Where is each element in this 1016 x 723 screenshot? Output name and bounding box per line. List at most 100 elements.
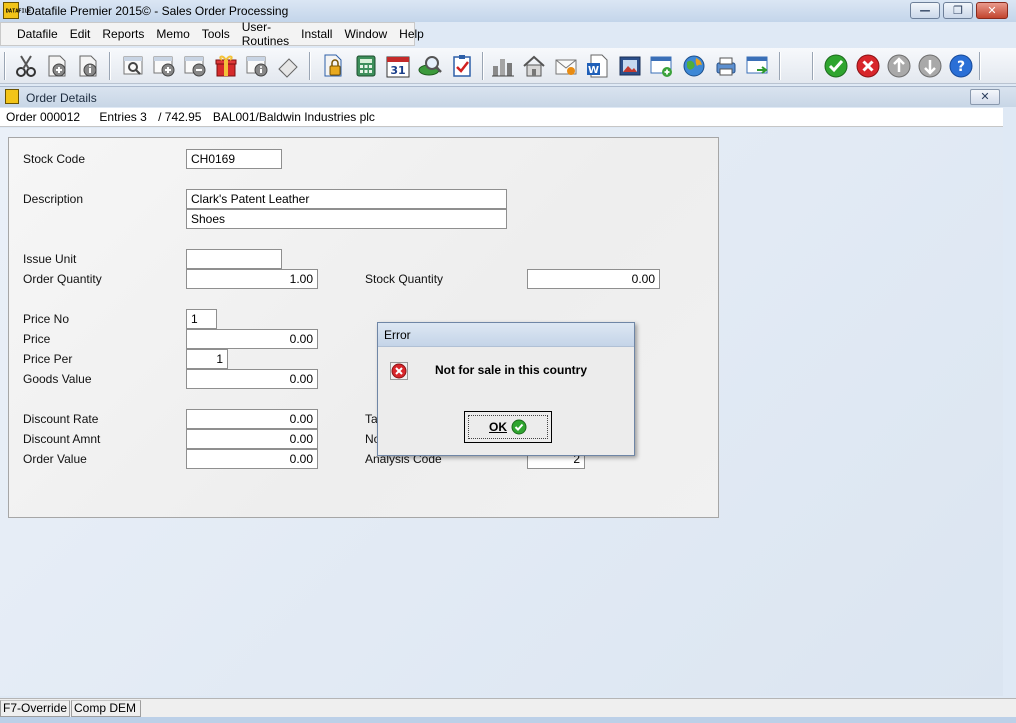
error-dialog-title: Error bbox=[378, 323, 634, 347]
app-icon[interactable]: DATAFILE bbox=[3, 2, 32, 19]
bottom-border bbox=[0, 717, 1016, 723]
toolbar-separator bbox=[779, 52, 781, 80]
minimize-button[interactable]: — bbox=[910, 2, 940, 19]
order-quantity-field[interactable]: 1.00 bbox=[186, 269, 318, 289]
calendar-icon[interactable]: 31 bbox=[385, 53, 411, 79]
menu-install[interactable]: Install bbox=[295, 27, 338, 41]
error-icon bbox=[390, 362, 408, 380]
word-letter-text: W bbox=[588, 65, 599, 76]
error-message: Not for sale in this country bbox=[435, 363, 588, 377]
menu-help[interactable]: Help bbox=[393, 27, 430, 41]
cancel-icon[interactable] bbox=[855, 53, 881, 79]
new-document-icon[interactable] bbox=[44, 53, 70, 79]
accept-icon[interactable] bbox=[823, 53, 849, 79]
order-value-label: Order Value bbox=[23, 452, 87, 466]
delete-record-icon[interactable] bbox=[182, 53, 208, 79]
add-record-icon[interactable] bbox=[151, 53, 177, 79]
price-label: Price bbox=[23, 332, 51, 346]
description-line2-field[interactable]: Shoes bbox=[186, 209, 507, 229]
description-label: Description bbox=[23, 192, 84, 206]
price-no-label: Price No bbox=[23, 312, 70, 326]
toolbar-separator bbox=[812, 52, 814, 80]
calendar-day-text: 31 bbox=[390, 64, 405, 77]
search-globe-icon[interactable] bbox=[417, 53, 443, 79]
close-button[interactable]: ✕ bbox=[976, 2, 1008, 19]
help-icon[interactable]: ? bbox=[948, 53, 974, 79]
lock-document-icon[interactable] bbox=[320, 53, 346, 79]
globe-icon[interactable] bbox=[681, 53, 707, 79]
price-per-field[interactable]: 1 bbox=[186, 349, 228, 369]
home-icon[interactable] bbox=[521, 53, 547, 79]
price-no-field[interactable]: 1 bbox=[186, 309, 217, 329]
order-number: Order 000012 bbox=[6, 110, 81, 124]
menu-user-routines[interactable]: User-Routines bbox=[236, 20, 295, 48]
order-total: / 742.95 bbox=[158, 110, 202, 124]
stock-quantity-field[interactable]: 0.00 bbox=[527, 269, 660, 289]
printer-icon[interactable] bbox=[713, 53, 739, 79]
gift-icon[interactable] bbox=[213, 53, 239, 79]
scissors-icon[interactable] bbox=[13, 53, 39, 79]
discount-rate-field[interactable]: 0.00 bbox=[186, 409, 318, 429]
goods-value-label: Goods Value bbox=[23, 372, 92, 386]
eraser-icon[interactable] bbox=[275, 53, 301, 79]
goods-value-field[interactable]: 0.00 bbox=[186, 369, 318, 389]
order-entries: Entries 3 bbox=[99, 110, 147, 124]
discount-rate-label: Discount Rate bbox=[23, 412, 99, 426]
child-close-button[interactable]: ✕ bbox=[970, 89, 1000, 105]
arrow-up-icon[interactable] bbox=[886, 53, 912, 79]
picture-icon[interactable] bbox=[617, 53, 643, 79]
word-icon[interactable]: W bbox=[585, 53, 611, 79]
child-window-icon bbox=[5, 89, 19, 104]
menu-window[interactable]: Window bbox=[338, 27, 393, 41]
restore-button[interactable]: ❐ bbox=[943, 2, 973, 19]
ok-button[interactable]: OK bbox=[464, 411, 552, 443]
title-bar: DATAFILE Datafile Premier 2015© - Sales … bbox=[0, 0, 1016, 22]
email-icon[interactable] bbox=[553, 53, 579, 79]
menu-edit[interactable]: Edit bbox=[64, 27, 97, 41]
export-icon[interactable] bbox=[745, 53, 771, 79]
toolbar-separator bbox=[482, 52, 484, 80]
find-icon[interactable] bbox=[120, 53, 146, 79]
bar-chart-icon[interactable] bbox=[490, 53, 516, 79]
description-line1-field[interactable]: Clark's Patent Leather bbox=[186, 189, 507, 209]
order-customer: BAL001/Baldwin Industries plc bbox=[212, 110, 375, 124]
ok-button-content: OK bbox=[465, 412, 551, 442]
issue-unit-field[interactable] bbox=[186, 249, 282, 269]
app-window: DATAFILE Datafile Premier 2015© - Sales … bbox=[0, 0, 1016, 723]
stock-code-label: Stock Code bbox=[23, 152, 86, 166]
checklist-icon[interactable] bbox=[449, 53, 475, 79]
calculator-icon[interactable] bbox=[353, 53, 379, 79]
menu-datafile[interactable]: Datafile bbox=[11, 27, 64, 41]
child-window-title: Order Details bbox=[26, 91, 97, 105]
record-info-icon[interactable] bbox=[244, 53, 270, 79]
order-summary-line: Order 000012 Entries 3 / 742.95 BAL001/B… bbox=[0, 108, 1003, 127]
toolbar-grip bbox=[4, 52, 6, 80]
price-per-label: Price Per bbox=[23, 352, 73, 366]
svg-text:?: ? bbox=[957, 59, 965, 75]
add-window-icon[interactable] bbox=[649, 53, 675, 79]
price-field[interactable]: 0.00 bbox=[186, 329, 318, 349]
child-window-titlebar: Order Details ✕ bbox=[0, 86, 1016, 107]
stock-code-field[interactable]: CH0169 bbox=[186, 149, 282, 169]
status-company: Comp DEM bbox=[71, 700, 141, 717]
arrow-down-icon[interactable] bbox=[917, 53, 943, 79]
menu-tools[interactable]: Tools bbox=[196, 27, 236, 41]
menu-bar: Datafile Edit Reports Memo Tools User-Ro… bbox=[0, 20, 424, 48]
toolbar-separator bbox=[109, 52, 111, 80]
order-value-field[interactable]: 0.00 bbox=[186, 449, 318, 469]
discount-amnt-label: Discount Amnt bbox=[23, 432, 101, 446]
stock-quantity-label: Stock Quantity bbox=[365, 272, 444, 286]
issue-unit-label: Issue Unit bbox=[23, 252, 77, 266]
toolbar-separator bbox=[979, 52, 981, 80]
status-f7-override: F7-Override bbox=[0, 700, 70, 717]
discount-amnt-field[interactable]: 0.00 bbox=[186, 429, 318, 449]
app-icon-text: DATAFILE bbox=[5, 8, 32, 14]
status-bar: F7-Override Comp DEM bbox=[0, 698, 1016, 717]
order-quantity-label: Order Quantity bbox=[23, 272, 102, 286]
menu-reports[interactable]: Reports bbox=[96, 27, 150, 41]
menu-memo[interactable]: Memo bbox=[150, 27, 195, 41]
document-info-icon[interactable] bbox=[75, 53, 101, 79]
toolbar: 31 W ? bbox=[0, 48, 1016, 84]
app-title: Datafile Premier 2015© - Sales Order Pro… bbox=[26, 4, 289, 18]
ok-button-label: OK bbox=[489, 420, 507, 434]
